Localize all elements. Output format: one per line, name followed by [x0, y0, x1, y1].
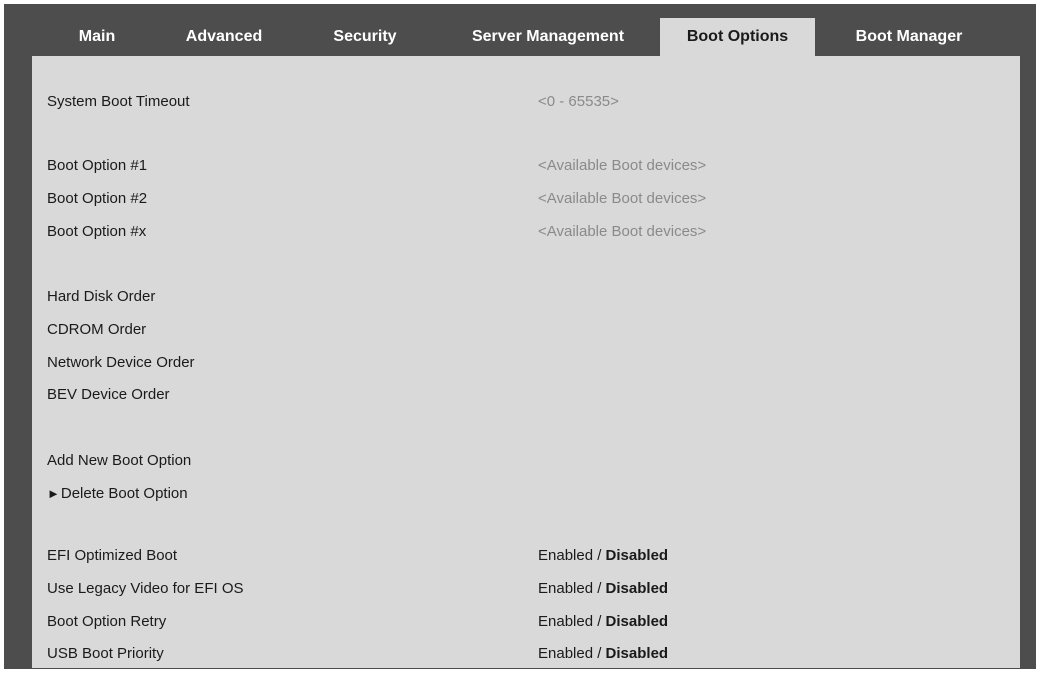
add-new-boot-option-label[interactable]: Add New Boot Option	[47, 449, 191, 473]
setting-row-cdrom-order[interactable]: CDROM Order	[32, 318, 1020, 342]
efi-optimized-boot-disabled: Disabled	[601, 547, 669, 564]
tab-boot-manager[interactable]: Boot Manager	[834, 18, 984, 56]
setting-row-boot-option-retry[interactable]: Boot Option Retry Enabled / Disabled	[32, 610, 1020, 634]
setting-row-usb-boot-priority[interactable]: USB Boot Priority Enabled / Disabled	[32, 642, 1020, 666]
tab-boot-options[interactable]: Boot Options	[660, 18, 815, 56]
setting-row-hard-disk-order[interactable]: Hard Disk Order	[32, 285, 1020, 309]
hard-disk-order-label[interactable]: Hard Disk Order	[47, 285, 155, 309]
network-device-order-label[interactable]: Network Device Order	[47, 351, 195, 375]
usb-boot-priority-enabled: Enabled /	[538, 645, 602, 662]
setting-row-bev-device-order[interactable]: BEV Device Order	[32, 383, 1020, 407]
efi-optimized-boot-label[interactable]: EFI Optimized Boot	[47, 544, 177, 568]
setting-row-efi-optimized-boot[interactable]: EFI Optimized Boot Enabled / Disabled	[32, 544, 1020, 568]
boot-option-1-value: <Available Boot devices>	[538, 157, 707, 174]
setting-row-boot-option-1[interactable]: Boot Option #1 <Available Boot devices>	[32, 154, 1020, 178]
usb-boot-priority-disabled: Disabled	[601, 645, 669, 662]
boot-option-x-value: <Available Boot devices>	[538, 223, 707, 240]
setting-row-legacy-video[interactable]: Use Legacy Video for EFI OS Enabled / Di…	[32, 577, 1020, 601]
submenu-arrow-icon: ►	[47, 486, 60, 501]
legacy-video-value[interactable]: Enabled / Disabled	[538, 577, 668, 601]
cdrom-order-label[interactable]: CDROM Order	[47, 318, 146, 342]
system-boot-timeout-value: <0 - 65535>	[538, 93, 619, 110]
boot-option-x-label[interactable]: Boot Option #x	[47, 220, 146, 244]
boot-option-retry-value[interactable]: Enabled / Disabled	[538, 610, 668, 634]
tab-main[interactable]: Main	[52, 18, 142, 56]
tab-security[interactable]: Security	[310, 18, 420, 56]
setting-row-add-new-boot-option[interactable]: Add New Boot Option	[32, 449, 1020, 473]
boot-option-retry-disabled: Disabled	[601, 613, 669, 630]
bios-window: Main Advanced Security Server Management…	[4, 4, 1036, 669]
setting-row-network-device-order[interactable]: Network Device Order	[32, 351, 1020, 375]
boot-option-1-label[interactable]: Boot Option #1	[47, 154, 147, 178]
setting-row-delete-boot-option[interactable]: ►Delete Boot Option	[32, 482, 1020, 506]
legacy-video-enabled: Enabled /	[538, 580, 602, 597]
bev-device-order-label[interactable]: BEV Device Order	[47, 383, 170, 407]
delete-boot-option-text: Delete Boot Option	[60, 485, 188, 502]
delete-boot-option-label[interactable]: ►Delete Boot Option	[47, 482, 188, 506]
usb-boot-priority-label[interactable]: USB Boot Priority	[47, 642, 164, 666]
boot-option-retry-label[interactable]: Boot Option Retry	[47, 610, 166, 634]
efi-optimized-boot-enabled: Enabled /	[538, 547, 602, 564]
setting-row-boot-option-2[interactable]: Boot Option #2 <Available Boot devices>	[32, 187, 1020, 211]
efi-optimized-boot-value[interactable]: Enabled / Disabled	[538, 544, 668, 568]
boot-options-panel: System Boot Timeout <0 - 65535> Boot Opt…	[32, 56, 1020, 668]
tab-server-management[interactable]: Server Management	[448, 18, 648, 56]
setting-row-system-boot-timeout[interactable]: System Boot Timeout <0 - 65535>	[32, 90, 1020, 114]
boot-option-retry-enabled: Enabled /	[538, 613, 602, 630]
tab-bar: Main Advanced Security Server Management…	[4, 18, 1036, 56]
legacy-video-disabled: Disabled	[601, 580, 669, 597]
system-boot-timeout-label[interactable]: System Boot Timeout	[47, 90, 190, 114]
boot-option-2-label[interactable]: Boot Option #2	[47, 187, 147, 211]
legacy-video-label[interactable]: Use Legacy Video for EFI OS	[47, 577, 244, 601]
boot-option-2-value: <Available Boot devices>	[538, 190, 707, 207]
tab-advanced[interactable]: Advanced	[164, 18, 284, 56]
usb-boot-priority-value[interactable]: Enabled / Disabled	[538, 642, 668, 666]
setting-row-boot-option-x[interactable]: Boot Option #x <Available Boot devices>	[32, 220, 1020, 244]
